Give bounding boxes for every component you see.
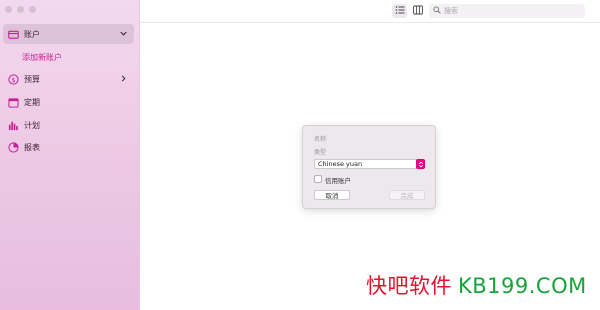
wallet-icon <box>8 29 19 40</box>
pie-chart-icon <box>8 141 19 153</box>
search-icon <box>433 6 444 16</box>
currency-select[interactable]: Chinese yuan <box>314 159 425 169</box>
sidebar-item-plan[interactable]: 计划 <box>3 115 134 135</box>
list-view-button[interactable] <box>392 4 407 18</box>
zoom-window-button[interactable] <box>29 6 36 13</box>
sidebar-item-budget[interactable]: $ 预算 <box>3 69 134 89</box>
chevron-right-icon[interactable] <box>119 74 128 83</box>
new-account-dialog: 名称 类型 Chinese yuan 信用账户 取消 完成 <box>302 125 436 209</box>
svg-text:$: $ <box>11 75 15 83</box>
close-window-button[interactable] <box>5 6 12 13</box>
toolbar <box>140 0 600 23</box>
type-label: 类型 <box>314 149 327 156</box>
sidebar-item-label: 预算 <box>24 74 40 84</box>
sidebar-item-label: 定期 <box>24 97 40 107</box>
calendar-icon <box>8 97 19 108</box>
column-view-button[interactable] <box>410 4 425 18</box>
sidebar-item-label: 报表 <box>24 142 40 152</box>
dollar-circle-icon: $ <box>8 73 19 85</box>
credit-account-label: 信用账户 <box>325 177 351 185</box>
watermark-cn: 快吧软件 <box>366 274 452 298</box>
columns-icon <box>412 5 423 17</box>
sidebar: 账户 添加新账户 $ 预算 定期 计划 报表 <box>0 0 140 310</box>
sidebar-item-label: 账户 <box>24 29 40 39</box>
sidebar-item-accounts[interactable]: 账户 <box>3 24 134 44</box>
chevron-down-icon[interactable] <box>119 29 128 38</box>
select-arrows-icon[interactable] <box>416 159 425 169</box>
name-label: 名称 <box>314 136 327 143</box>
sidebar-item-label: 计划 <box>24 120 40 130</box>
search-input[interactable] <box>444 7 574 15</box>
list-icon <box>395 5 405 17</box>
cancel-button[interactable]: 取消 <box>314 190 350 200</box>
credit-account-checkbox[interactable] <box>314 175 322 183</box>
search-field[interactable] <box>429 4 585 18</box>
done-button[interactable]: 完成 <box>389 190 425 200</box>
watermark-en: KB199.COM <box>458 274 587 298</box>
minimize-window-button[interactable] <box>17 6 24 13</box>
bar-chart-icon <box>8 120 19 131</box>
watermark: 快吧软件 KB199.COM <box>366 270 587 300</box>
sidebar-item-reports[interactable]: 报表 <box>3 137 134 157</box>
add-account-link[interactable]: 添加新账户 <box>22 52 62 63</box>
window-controls <box>5 6 36 13</box>
currency-value: Chinese yuan <box>318 160 363 168</box>
sidebar-item-recurring[interactable]: 定期 <box>3 92 134 112</box>
